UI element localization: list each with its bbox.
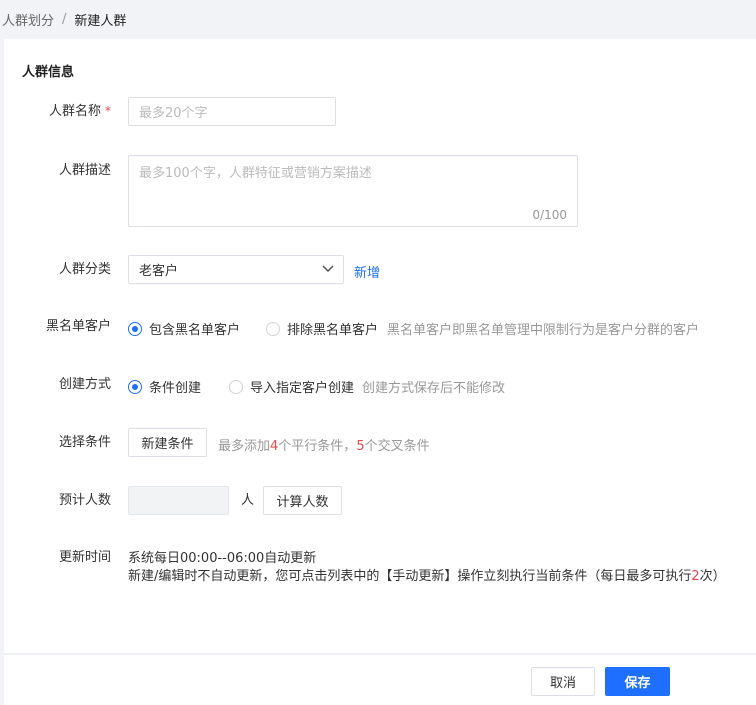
cancel-button[interactable]: 取消 <box>531 667 595 696</box>
radio-exclude-blacklist[interactable]: 排除黑名单客户 <box>266 319 378 338</box>
create-method-hint: 创建方式保存后不能修改 <box>362 381 506 396</box>
desc-label: 人群描述 <box>58 163 111 178</box>
breadcrumb-parent-link[interactable]: 人群划分 <box>2 10 54 29</box>
crowd-desc-textarea[interactable]: 最多100个字，人群特征或营销方案描述 0/100 <box>128 155 578 227</box>
blacklist-label: 黑名单客户 <box>45 319 111 334</box>
breadcrumb-separator: / <box>62 11 67 27</box>
calculate-count-button[interactable]: 计算人数 <box>263 486 342 515</box>
breadcrumb: 人群划分 / 新建人群 <box>0 0 756 38</box>
blacklist-hint: 黑名单客户即黑名单管理中限制行为是客户分群的客户 <box>387 323 700 338</box>
radio-unchecked-icon <box>266 321 280 336</box>
condition-hint: 最多添加4个平行条件，5个交叉条件 <box>218 439 430 454</box>
radio-unchecked-icon <box>229 379 243 394</box>
estimate-count-box <box>128 486 229 515</box>
required-mark: * <box>105 104 111 118</box>
save-button[interactable]: 保存 <box>605 667 670 696</box>
char-counter: 0/100 <box>532 208 567 222</box>
update-line-1: 系统每日00:00--06:00自动更新 <box>128 551 317 566</box>
estimate-label: 预计人数 <box>58 493 111 508</box>
create-method-label: 创建方式 <box>58 377 111 392</box>
radio-include-blacklist[interactable]: 包含黑名单客户 <box>128 319 240 338</box>
update-line-2: 新建/编辑时不自动更新，您可点击列表中的【手动更新】操作立刻执行当前条件（每日最… <box>128 569 726 584</box>
category-label: 人群分类 <box>58 262 111 277</box>
category-select[interactable]: 老客户 <box>128 255 344 284</box>
chevron-down-icon <box>322 265 334 273</box>
crowd-name-input[interactable]: 最多20个字 <box>128 97 336 126</box>
new-condition-button[interactable]: 新建条件 <box>128 428 207 457</box>
footer-bar: 取消 保存 <box>4 654 756 705</box>
breadcrumb-current: 新建人群 <box>74 13 127 29</box>
name-label: 人群名称 * <box>48 104 111 119</box>
radio-checked-icon <box>128 321 142 336</box>
condition-label: 选择条件 <box>58 435 111 450</box>
radio-condition-create[interactable]: 条件创建 <box>128 377 201 396</box>
update-label: 更新时间 <box>58 550 111 565</box>
section-title: 人群信息 <box>22 65 75 80</box>
add-category-link[interactable]: 新增 <box>354 262 380 281</box>
radio-checked-icon <box>128 379 142 394</box>
estimate-unit: 人 <box>241 493 255 508</box>
radio-import-create[interactable]: 导入指定客户创建 <box>229 377 354 396</box>
form-panel: 人群信息 人群名称 * 最多20个字 人群描述 最多100个字，人群特征或营销方案… <box>4 39 756 653</box>
